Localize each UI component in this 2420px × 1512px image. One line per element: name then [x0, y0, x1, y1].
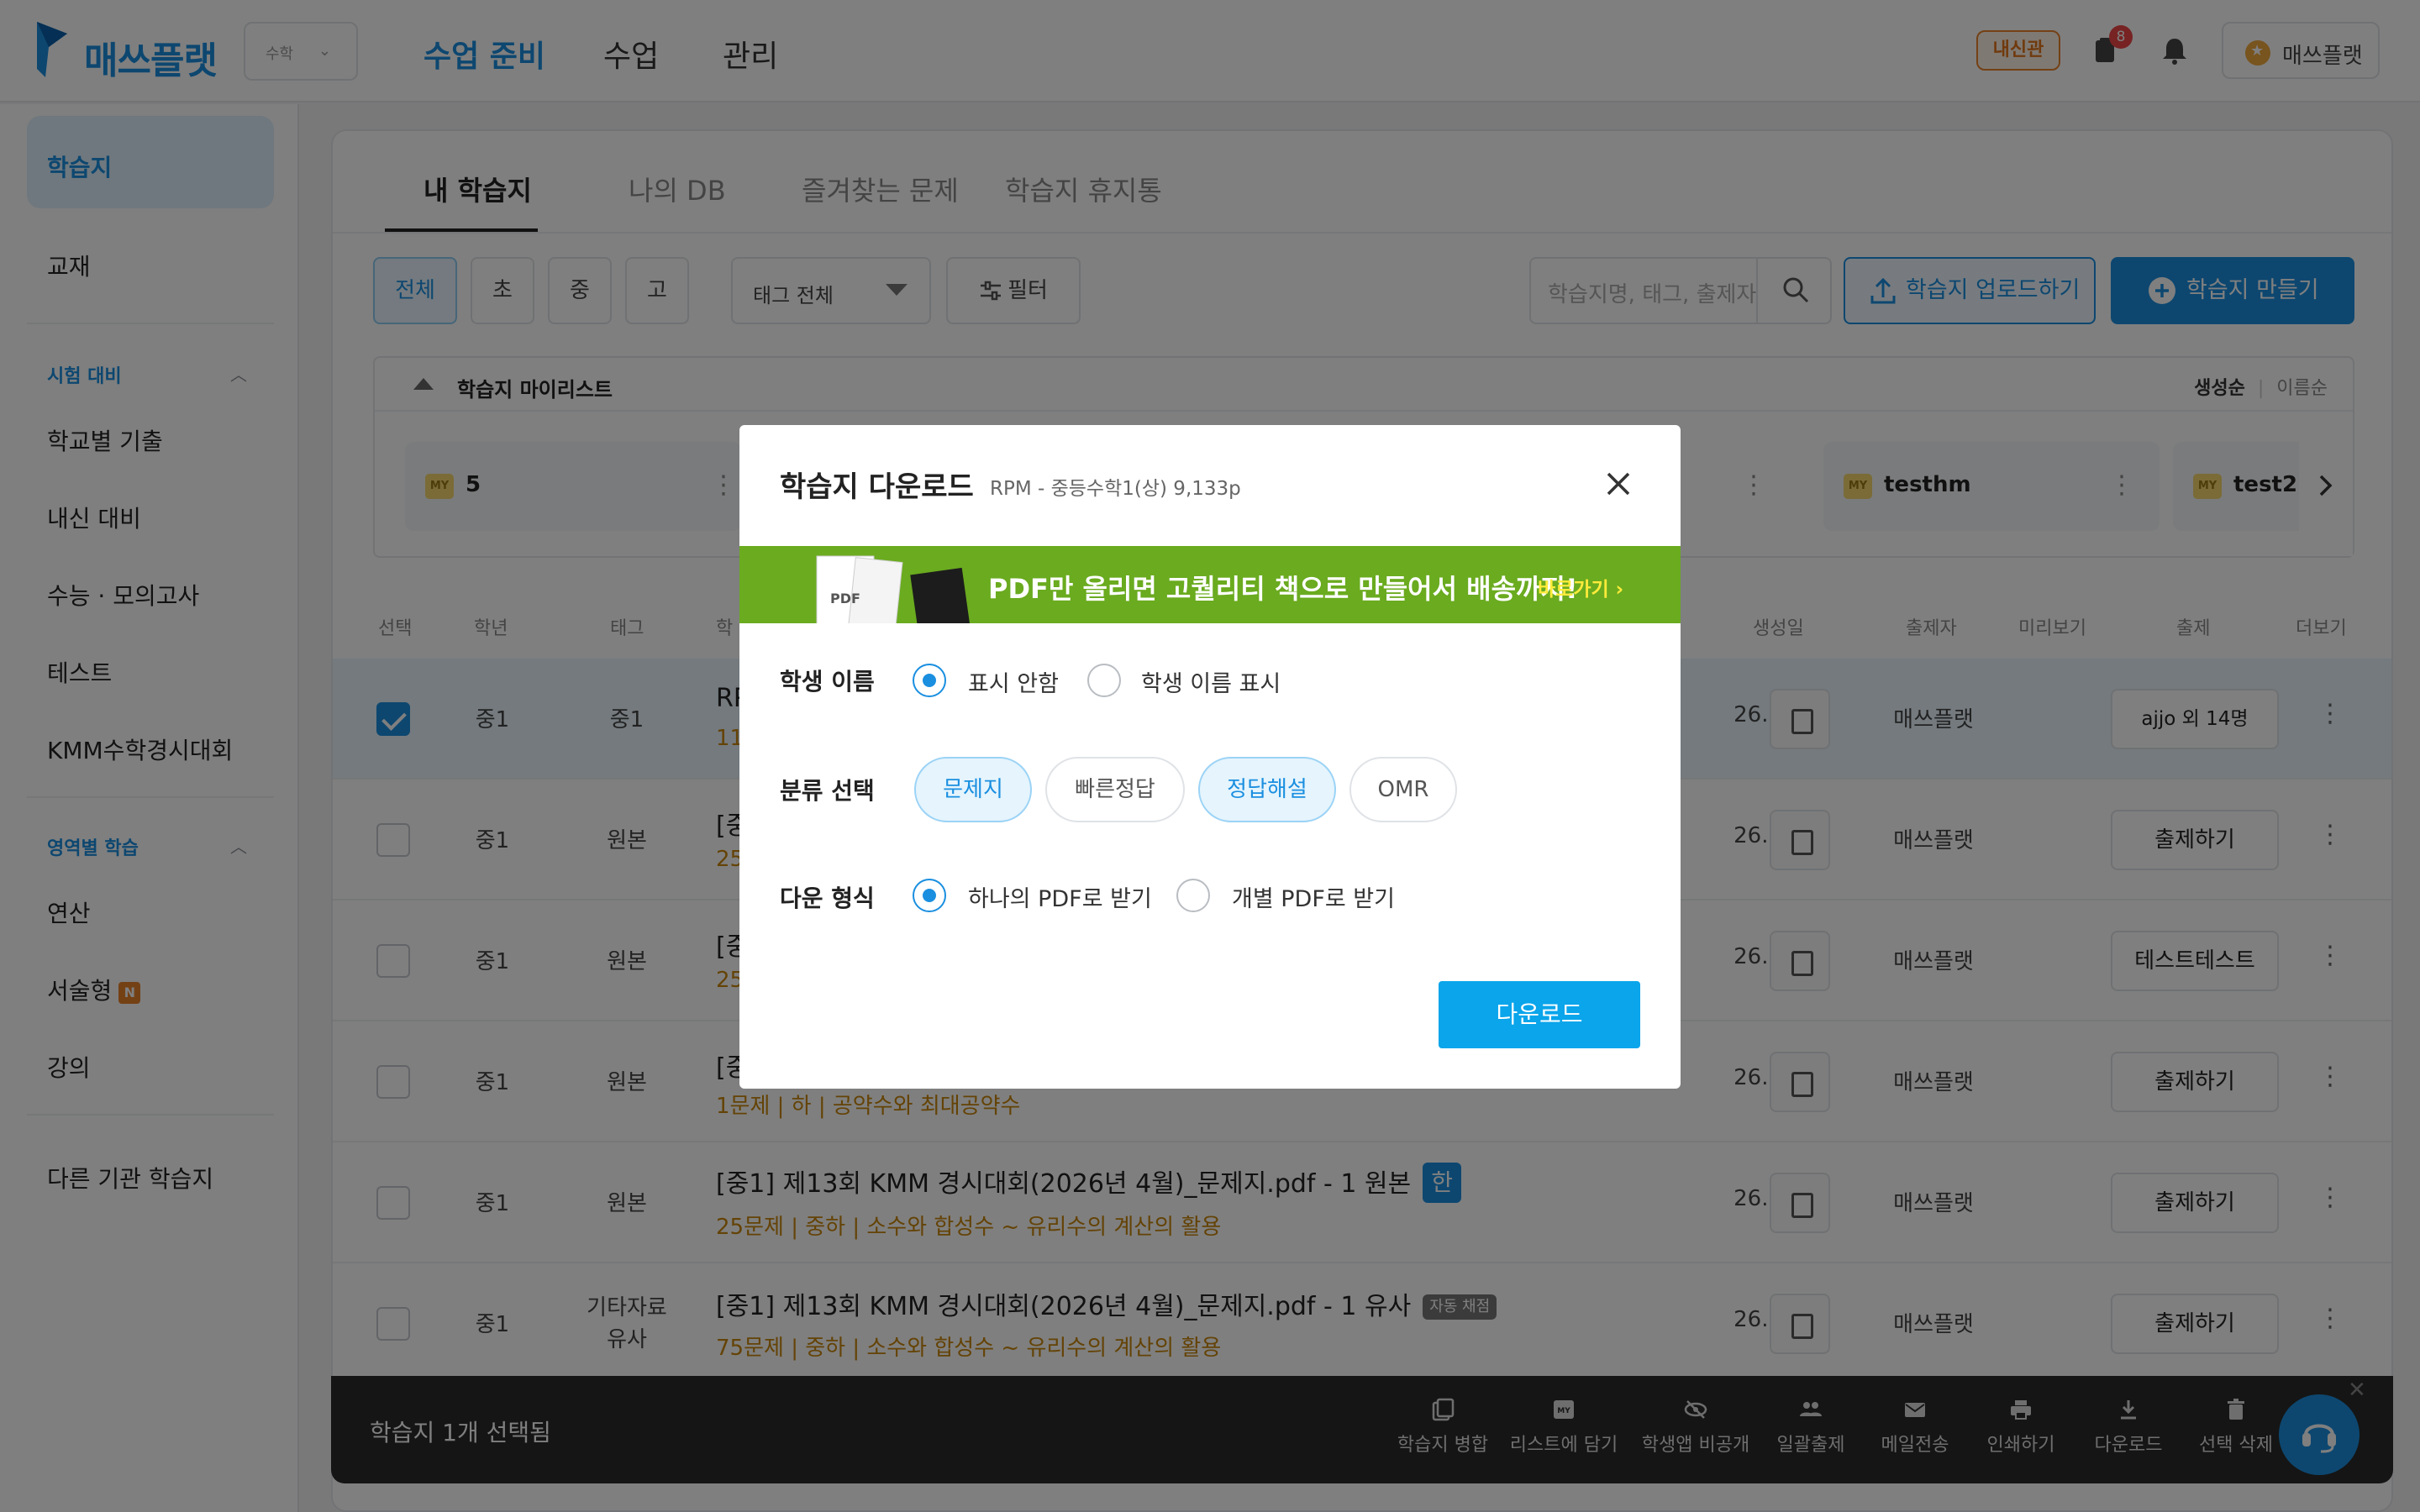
format-individual-radio[interactable]: [1176, 879, 1210, 912]
modal-subtitle: RPM - 중등수학1(상) 9,133p: [990, 478, 1241, 500]
promo-banner-link[interactable]: 바로가기 ›: [1538, 573, 1623, 601]
category-solution[interactable]: 정답해설: [1198, 757, 1336, 822]
student-name-hide-radio[interactable]: [913, 664, 946, 697]
chevron-right-icon: ›: [1615, 579, 1624, 601]
category-omr[interactable]: OMR: [1349, 757, 1457, 822]
pdf-books-illustration: PDF: [816, 555, 971, 623]
student-name-show-label[interactable]: 학생 이름 표시: [1141, 665, 1281, 698]
format-single-radio[interactable]: [913, 879, 946, 912]
format-label: 다운 형식: [780, 885, 875, 912]
modal-title: 학습지 다운로드: [780, 470, 974, 504]
format-single-label[interactable]: 하나의 PDF로 받기: [968, 880, 1152, 913]
student-name-label: 학생 이름: [780, 668, 875, 696]
category-problem-sheet[interactable]: 문제지: [914, 757, 1032, 822]
pdf-label: PDF: [830, 591, 860, 606]
promo-banner[interactable]: PDF PDF만 올리면 고퀄리티 책으로 만들어서 배송까지! 바로가기 ›: [739, 546, 1681, 623]
download-modal: 학습지 다운로드 RPM - 중등수학1(상) 9,133p PDF PDF만 …: [739, 425, 1681, 1089]
promo-banner-text: PDF만 올리면 고퀄리티 책으로 만들어서 배송까지!: [988, 573, 1578, 605]
promo-banner-link-label: 바로가기: [1538, 579, 1609, 601]
close-icon[interactable]: [1602, 467, 1635, 501]
category-quick-answer[interactable]: 빠른정답: [1045, 757, 1185, 822]
category-label: 분류 선택: [780, 777, 875, 805]
download-button[interactable]: 다운로드: [1439, 981, 1640, 1048]
student-name-hide-label[interactable]: 표시 안함: [968, 665, 1059, 698]
student-name-show-radio[interactable]: [1087, 664, 1121, 697]
format-individual-label[interactable]: 개별 PDF로 받기: [1232, 880, 1395, 913]
